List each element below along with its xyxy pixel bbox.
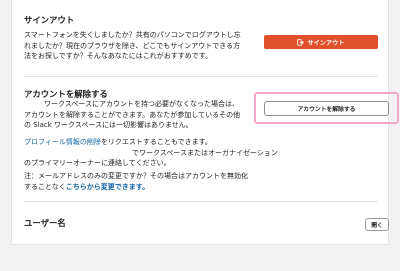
- signout-description-line: 法をお探しですか？そんなあなたにはこれがおすすめです。: [24, 52, 213, 61]
- signout-description-line: スマートフォンを失くしましたか？共有のパソコンでログアウトし忘: [24, 31, 241, 39]
- sign-out-icon: [297, 38, 305, 46]
- email-note-line: 注：メールアドレスのみの変更ですか？その場合はアカウントを無効化: [24, 172, 248, 180]
- change-email-link[interactable]: こちらから変更できます。: [66, 183, 149, 191]
- signout-button[interactable]: サインアウト: [264, 35, 378, 49]
- profile-deletion-line: プロフィール情報の削除をリクエストすることもできます。: [24, 137, 278, 148]
- username-expand-button[interactable]: 開く: [365, 218, 389, 231]
- deactivate-description-line: ワークスペースにアカウントを持つ必要がなくなった場合は、: [44, 100, 239, 108]
- profile-deletion-suffix: をリクエストすることもできます。: [100, 138, 212, 146]
- section-divider: [24, 76, 378, 77]
- deactivate-description-line: アカウントを解除することができます。あなたが参加しているその他: [24, 110, 241, 119]
- email-note-prefix: することなく: [24, 182, 66, 191]
- contact-line: でワークスペースまたはオーガナイゼーション: [132, 148, 278, 157]
- email-note-line: することなくこちらから変更できます。: [24, 182, 248, 193]
- deactivate-description-line: の Slack ワークスペースには一切影響はありません。: [24, 121, 193, 130]
- section-divider: [24, 201, 378, 202]
- signout-description-line: れましたか？現在のブラウザを除き、どこでもサインアウトできる方: [24, 41, 241, 50]
- signout-description: スマートフォンを失くしましたか？共有のパソコンでログアウトし忘 れましたか？現在…: [24, 30, 241, 62]
- signout-title: サインアウト: [24, 15, 75, 25]
- profile-deletion-link[interactable]: プロフィール情報の削除: [24, 138, 101, 146]
- deactivate-description: ワークスペースにアカウントを持つ必要がなくなった場合は、 アカウントを解除するこ…: [24, 99, 240, 131]
- contact-line: のプライマリーオーナーに連絡してください。: [24, 159, 171, 168]
- email-note: 注：メールアドレスのみの変更ですか？その場合はアカウントを無効化 することなくこ…: [24, 171, 248, 192]
- settings-card: サインアウト スマートフォンを失くしましたか？共有のパソコンでログアウトし忘 れ…: [11, 0, 399, 245]
- username-title: ユーザー名: [24, 218, 66, 228]
- signout-button-label: サインアウト: [307, 39, 345, 47]
- profile-deletion-text: プロフィール情報の削除をリクエストすることもできます。 でワークスペースまたはオ…: [24, 137, 278, 169]
- deactivate-account-button[interactable]: アカウントを解除する: [264, 101, 389, 116]
